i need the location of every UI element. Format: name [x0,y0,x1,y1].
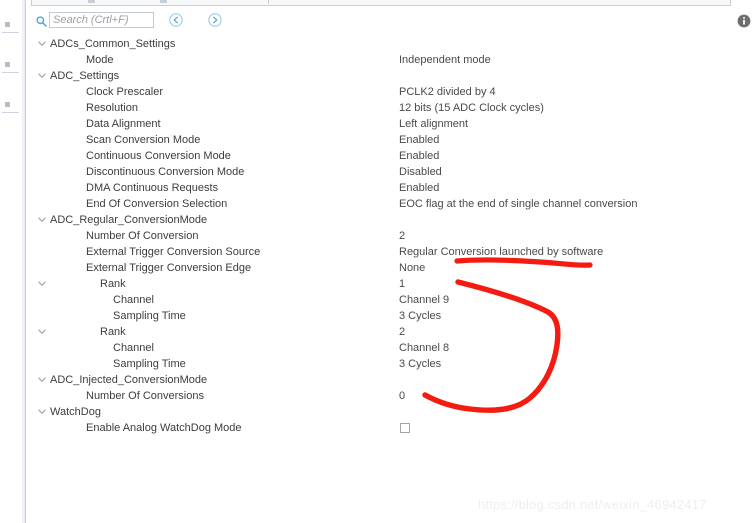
tree-row-value[interactable]: Channel 8 [399,340,449,356]
chevron-down-icon[interactable] [38,41,46,47]
tree-row-value[interactable]: EOC flag at the end of single channel co… [399,196,637,212]
tree-row-label: WatchDog [50,406,101,418]
tree-row-label: Channel [113,342,154,354]
tree-row[interactable]: Scan Conversion Mode Enabled [27,132,753,148]
toolbar-glyph [88,0,95,3]
tree-row[interactable]: External Trigger Conversion Source Regula… [27,244,753,260]
strip-divider [2,112,19,113]
tree-row[interactable]: Resolution 12 bits (15 ADC Clock cycles) [27,100,753,116]
info-icon[interactable] [737,14,751,28]
search-toolbar [27,12,753,32]
strip-tree-node[interactable] [5,102,10,107]
chevron-down-icon[interactable] [38,73,46,79]
tree-row-label: ADC_Settings [50,70,120,82]
tree-row-label: Data Alignment [86,118,161,130]
tree-row-value[interactable]: 3 Cycles [399,356,441,372]
tree-row-value[interactable]: Enabled [399,148,439,164]
tree-row[interactable]: ADC_Injected_ConversionMode [27,372,753,388]
tree-row[interactable]: Clock Prescaler PCLK2 divided by 4 [27,84,753,100]
tree-row-label: Number Of Conversion [86,230,199,242]
tree-row[interactable]: Discontinuous Conversion Mode Disabled [27,164,753,180]
toolbar-frame [31,0,731,6]
tree-row-value[interactable]: 12 bits (15 ADC Clock cycles) [399,100,544,116]
analog-watchdog-checkbox[interactable] [400,423,410,433]
left-panel-strip [0,0,22,523]
tree-row[interactable]: ADC_Regular_ConversionMode [27,212,753,228]
tree-row[interactable]: Number Of Conversions 0 [27,388,753,404]
tree-row[interactable]: Enable Analog WatchDog Mode [27,420,753,436]
tree-row-value[interactable]: Enabled [399,132,439,148]
tree-row-label: Number Of Conversions [86,390,204,402]
tree-row-label: DMA Continuous Requests [86,182,219,194]
property-tree: ADCs_Common_Settings Mode Independent mode… [27,36,753,436]
tree-row-label: ADC_Regular_ConversionMode [50,214,208,226]
tree-row[interactable]: DMA Continuous Requests Enabled [27,180,753,196]
watermark: https://blog.csdn.net/weixin_46942417 [478,497,707,512]
tree-row-label: Rank [100,278,126,290]
chevron-down-icon[interactable] [38,217,46,223]
tree-row-label: ADCs_Common_Settings [50,38,176,50]
tree-row-label: Rank [100,326,126,338]
tree-row[interactable]: Rank 2 [27,324,753,340]
tree-row[interactable]: Data Alignment Left alignment [27,116,753,132]
search-icon [36,16,47,27]
tree-row[interactable]: Number Of Conversion 2 [27,228,753,244]
tree-row-label: External Trigger Conversion Edge [86,262,252,274]
search-input[interactable] [49,12,154,28]
tree-row-value[interactable]: Channel 9 [399,292,449,308]
tree-row[interactable]: ADCs_Common_Settings [27,36,753,52]
tree-row-label: Mode [86,54,114,66]
chevron-down-icon[interactable] [38,329,46,335]
tree-row-value[interactable]: Left alignment [399,116,468,132]
strip-tree-node[interactable] [5,62,10,67]
tree-row[interactable]: Sampling Time 3 Cycles [27,308,753,324]
tree-row-value[interactable]: Enabled [399,180,439,196]
tree-row-label: Continuous Conversion Mode [86,150,231,162]
tree-row[interactable]: Channel Channel 9 [27,292,753,308]
tree-row-value[interactable]: 1 [399,276,405,292]
tree-row-label: Scan Conversion Mode [86,134,201,146]
tree-row-value[interactable]: PCLK2 divided by 4 [399,84,496,100]
tree-row-value[interactable]: Disabled [399,164,442,180]
tree-row-label: End Of Conversion Selection [86,198,228,210]
tree-row-value[interactable]: 0 [399,388,405,404]
tree-row[interactable]: WatchDog [27,404,753,420]
tree-row-value[interactable]: None [399,260,425,276]
tree-row-label: External Trigger Conversion Source [86,246,261,258]
tree-row-label: Enable Analog WatchDog Mode [86,422,242,434]
tree-row-label: Clock Prescaler [86,86,164,98]
previous-match-button[interactable] [169,13,183,27]
tree-row-label: Resolution [86,102,138,114]
strip-tree-node[interactable] [5,22,10,27]
tree-row[interactable]: Rank 1 [27,276,753,292]
tree-row[interactable]: Continuous Conversion Mode Enabled [27,148,753,164]
tree-row[interactable]: External Trigger Conversion Edge None [27,260,753,276]
toolbar-glyph [160,0,167,3]
tree-row-label: Sampling Time [113,358,186,370]
tree-row[interactable]: Sampling Time 3 Cycles [27,356,753,372]
tree-row-label: ADC_Injected_ConversionMode [50,374,208,386]
cutoff-toolbar-strip [0,0,753,8]
tree-row-label: Sampling Time [113,310,186,322]
strip-divider [2,72,19,73]
tree-row-value[interactable]: 2 [399,324,405,340]
chevron-down-icon[interactable] [38,377,46,383]
panel-divider [22,0,26,523]
next-match-button[interactable] [208,13,222,27]
strip-divider [2,32,19,33]
tree-row-value[interactable]: Regular Conversion launched by software [399,244,603,260]
tree-row-value[interactable]: Independent mode [399,52,491,68]
tree-row-label: Discontinuous Conversion Mode [86,166,245,178]
tree-row[interactable]: Mode Independent mode [27,52,753,68]
tree-row[interactable]: ADC_Settings [27,68,753,84]
toolbar-separator [268,0,269,4]
tree-row-label: Channel [113,294,154,306]
tree-row[interactable]: End Of Conversion Selection EOC flag at t… [27,196,753,212]
chevron-down-icon[interactable] [38,409,46,415]
tree-row-value[interactable]: 3 Cycles [399,308,441,324]
tree-row[interactable]: Channel Channel 8 [27,340,753,356]
tree-row-value[interactable]: 2 [399,228,405,244]
chevron-down-icon[interactable] [38,281,46,287]
